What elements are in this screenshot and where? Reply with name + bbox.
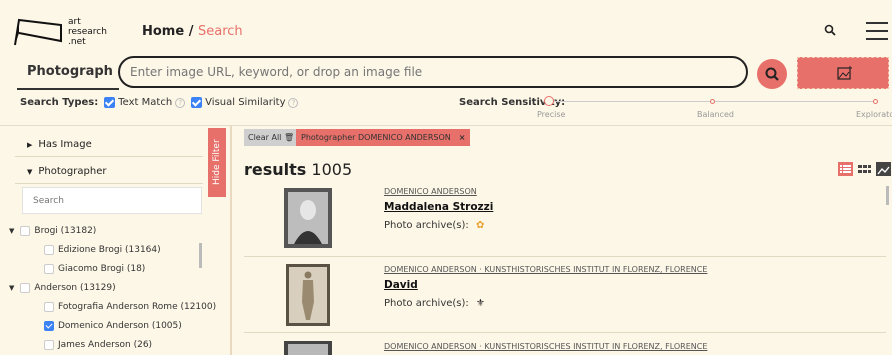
tree-item[interactable]: Fotografia Anderson Rome (12100) xyxy=(44,302,216,312)
facet-divider xyxy=(15,183,203,184)
logo-mark-icon xyxy=(14,18,62,46)
active-filter-chip[interactable]: Photographer DOMENICO ANDERSON × xyxy=(296,129,471,146)
search-type-underline xyxy=(17,88,119,90)
tree-item[interactable]: James Anderson (26) xyxy=(44,340,152,350)
tree-item[interactable]: ▼ Anderson (13129) xyxy=(9,283,116,293)
tree-checkbox[interactable] xyxy=(20,226,31,236)
search-icon xyxy=(765,67,779,81)
visual-similarity-checkbox[interactable] xyxy=(191,97,203,108)
search-types: Search Types: Text Match ? Visual Simila… xyxy=(20,97,304,108)
result-divider xyxy=(244,256,886,257)
search-input[interactable] xyxy=(118,56,748,88)
result-item[interactable]: DOMENICO ANDERSON Maddalena Strozzi Phot… xyxy=(244,186,886,257)
caret-down-icon[interactable]: ▼ xyxy=(9,284,14,292)
tree-checkbox-checked[interactable] xyxy=(44,321,54,331)
image-upload-icon xyxy=(837,66,852,80)
clear-all-button[interactable]: Clear All 🗑 xyxy=(244,129,299,146)
tree-checkbox[interactable] xyxy=(20,283,31,293)
result-meta[interactable]: DOMENICO ANDERSON · KUNSTHISTORISCHES IN… xyxy=(384,342,707,351)
visual-similarity-label[interactable]: Visual Similarity xyxy=(205,97,285,108)
menu-icon[interactable] xyxy=(866,22,888,40)
result-title[interactable]: David xyxy=(384,279,418,291)
result-item[interactable]: DOMENICO ANDERSON · KUNSTHISTORISCHES IN… xyxy=(244,262,886,333)
help-icon[interactable]: ? xyxy=(288,97,299,108)
search-type-select[interactable]: Photograph▼ xyxy=(27,64,128,79)
help-icon[interactable]: ? xyxy=(175,97,186,108)
close-icon[interactable]: × xyxy=(459,133,466,142)
breadcrumb-current: Search xyxy=(198,24,243,39)
photo-archive-label: Photo archive(s): xyxy=(384,298,469,309)
results-number: 1005 xyxy=(311,160,353,179)
photo-archive-label: Photo archive(s): xyxy=(384,220,469,231)
tree-item[interactable]: Domenico Anderson (1005) xyxy=(44,321,182,331)
clear-all-label: Clear All xyxy=(248,133,282,142)
tree-item-label: Anderson (13129) xyxy=(34,283,116,293)
breadcrumb-home[interactable]: Home xyxy=(142,24,184,39)
caret-down-icon[interactable]: ▼ xyxy=(9,227,14,235)
sensitivity-option-precise[interactable] xyxy=(544,96,554,106)
site-logo[interactable]: art research .net xyxy=(13,17,123,49)
text-match-checkbox[interactable] xyxy=(104,97,116,108)
sidebar-scrollbar[interactable] xyxy=(199,243,202,268)
sensitivity-option-exploratory[interactable] xyxy=(873,99,878,104)
photo-archive: Photo archive(s): ⚜ xyxy=(384,298,485,309)
header-divider xyxy=(0,125,892,126)
sensitivity-label-balanced: Balanced xyxy=(697,110,734,119)
caret-down-icon: ▼ xyxy=(27,168,33,176)
results-label: results xyxy=(244,160,307,179)
image-view-icon[interactable] xyxy=(876,162,891,176)
tree-item-label: Giacomo Brogi (18) xyxy=(58,264,146,274)
archive-logo-icon[interactable]: ✿ xyxy=(476,220,484,231)
results-scrollbar[interactable] xyxy=(886,186,889,205)
results-count: results 1005 xyxy=(244,160,352,179)
tree-item-label: Fotografia Anderson Rome (12100) xyxy=(58,302,217,312)
hide-filter-button[interactable]: Hide Filter xyxy=(208,128,226,197)
result-title[interactable]: Maddalena Strozzi xyxy=(384,201,493,213)
tree-checkbox[interactable] xyxy=(44,340,54,350)
search-types-label: Search Types: xyxy=(20,97,99,108)
breadcrumb: Home / Search xyxy=(142,24,243,39)
result-thumbnail[interactable] xyxy=(286,264,330,326)
list-view-icon[interactable] xyxy=(838,162,853,176)
search-icon[interactable] xyxy=(824,24,836,36)
result-divider xyxy=(244,332,886,333)
sensitivity-option-balanced[interactable] xyxy=(710,99,715,104)
tree-item[interactable]: ▼ Brogi (13182) xyxy=(9,226,96,236)
result-thumbnail[interactable] xyxy=(284,341,332,355)
search-button[interactable] xyxy=(757,59,787,89)
image-upload-button[interactable] xyxy=(797,57,889,89)
logo-text: art research .net xyxy=(68,17,107,47)
tree-item-label: Brogi (13182) xyxy=(34,226,97,236)
tree-checkbox[interactable] xyxy=(44,302,54,312)
tree-item-label: Domenico Anderson (1005) xyxy=(58,321,182,331)
breadcrumb-separator: / xyxy=(184,24,198,39)
tree-item-label: James Anderson (26) xyxy=(58,340,153,350)
photo-archive: Photo archive(s): ✿ xyxy=(384,220,484,231)
archive-logo-icon[interactable]: ⚜ xyxy=(476,298,485,309)
text-match-label[interactable]: Text Match xyxy=(118,97,172,108)
sensitivity-label-exploratory: Exploratory xyxy=(856,110,892,119)
tree-item[interactable]: Edizione Brogi (13164) xyxy=(44,245,161,255)
search-type-label: Photograph xyxy=(27,64,113,79)
result-meta[interactable]: DOMENICO ANDERSON xyxy=(384,187,477,196)
caret-right-icon: ▶ xyxy=(27,141,33,149)
facet-photographer[interactable]: ▼ Photographer xyxy=(27,166,106,177)
tree-item-label: Edizione Brogi (13164) xyxy=(58,245,161,255)
facet-label: Photographer xyxy=(38,166,107,177)
result-item[interactable]: DOMENICO ANDERSON · KUNSTHISTORISCHES IN… xyxy=(244,338,886,355)
facet-label: Has Image xyxy=(38,139,92,150)
sensitivity-label-precise: Precise xyxy=(537,110,566,119)
tree-checkbox[interactable] xyxy=(44,245,54,255)
facet-divider xyxy=(15,156,203,157)
result-thumbnail[interactable] xyxy=(284,188,332,248)
grid-view-icon[interactable] xyxy=(857,162,872,176)
facet-has-image[interactable]: ▶ Has Image xyxy=(27,139,92,150)
tree-checkbox[interactable] xyxy=(44,264,54,274)
result-meta[interactable]: DOMENICO ANDERSON · KUNSTHISTORISCHES IN… xyxy=(384,265,707,274)
sidebar-divider xyxy=(230,126,232,355)
active-filter-label: Photographer DOMENICO ANDERSON xyxy=(301,133,451,142)
trash-icon: 🗑 xyxy=(283,133,295,142)
photographer-filter-input[interactable] xyxy=(22,187,202,214)
tree-item[interactable]: Giacomo Brogi (18) xyxy=(44,264,145,274)
